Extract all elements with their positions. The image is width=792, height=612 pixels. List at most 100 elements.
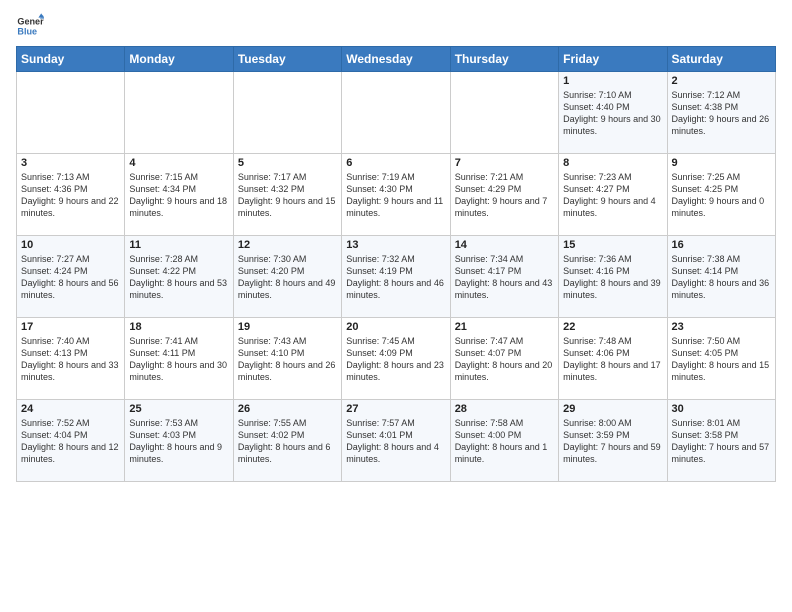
calendar-cell [125,72,233,154]
day-number: 12 [238,239,337,251]
day-number: 11 [129,239,228,251]
day-info: Sunrise: 7:50 AM Sunset: 4:05 PM Dayligh… [672,335,771,384]
calendar-cell: 9 Sunrise: 7:25 AM Sunset: 4:25 PM Daylig… [667,154,775,236]
day-info: Sunrise: 7:15 AM Sunset: 4:34 PM Dayligh… [129,171,228,220]
day-info: Sunrise: 7:43 AM Sunset: 4:10 PM Dayligh… [238,335,337,384]
calendar-week-1: 1 Sunrise: 7:10 AM Sunset: 4:40 PM Daylig… [17,72,776,154]
day-info: Sunrise: 7:53 AM Sunset: 4:03 PM Dayligh… [129,417,228,466]
calendar-cell: 27 Sunrise: 7:57 AM Sunset: 4:01 PM Dayli… [342,400,450,482]
day-info: Sunrise: 7:21 AM Sunset: 4:29 PM Dayligh… [455,171,554,220]
calendar-cell: 1 Sunrise: 7:10 AM Sunset: 4:40 PM Daylig… [559,72,667,154]
day-number: 26 [238,403,337,415]
day-number: 16 [672,239,771,251]
calendar-week-2: 3 Sunrise: 7:13 AM Sunset: 4:36 PM Daylig… [17,154,776,236]
day-number: 4 [129,157,228,169]
calendar-cell: 11 Sunrise: 7:28 AM Sunset: 4:22 PM Dayli… [125,236,233,318]
calendar-cell: 7 Sunrise: 7:21 AM Sunset: 4:29 PM Daylig… [450,154,558,236]
day-info: Sunrise: 7:12 AM Sunset: 4:38 PM Dayligh… [672,89,771,138]
calendar-week-4: 17 Sunrise: 7:40 AM Sunset: 4:13 PM Dayli… [17,318,776,400]
day-info: Sunrise: 7:52 AM Sunset: 4:04 PM Dayligh… [21,417,120,466]
day-number: 9 [672,157,771,169]
day-info: Sunrise: 7:55 AM Sunset: 4:02 PM Dayligh… [238,417,337,466]
calendar-week-5: 24 Sunrise: 7:52 AM Sunset: 4:04 PM Dayli… [17,400,776,482]
day-number: 20 [346,321,445,333]
calendar-cell: 24 Sunrise: 7:52 AM Sunset: 4:04 PM Dayli… [17,400,125,482]
calendar-cell: 10 Sunrise: 7:27 AM Sunset: 4:24 PM Dayli… [17,236,125,318]
calendar-cell: 13 Sunrise: 7:32 AM Sunset: 4:19 PM Dayli… [342,236,450,318]
calendar-cell: 16 Sunrise: 7:38 AM Sunset: 4:14 PM Dayli… [667,236,775,318]
col-header-sunday: Sunday [17,47,125,72]
calendar-cell: 12 Sunrise: 7:30 AM Sunset: 4:20 PM Dayli… [233,236,341,318]
day-info: Sunrise: 7:25 AM Sunset: 4:25 PM Dayligh… [672,171,771,220]
day-info: Sunrise: 7:47 AM Sunset: 4:07 PM Dayligh… [455,335,554,384]
calendar-cell: 28 Sunrise: 7:58 AM Sunset: 4:00 PM Dayli… [450,400,558,482]
day-number: 27 [346,403,445,415]
day-info: Sunrise: 7:45 AM Sunset: 4:09 PM Dayligh… [346,335,445,384]
col-header-wednesday: Wednesday [342,47,450,72]
day-info: Sunrise: 7:13 AM Sunset: 4:36 PM Dayligh… [21,171,120,220]
day-number: 1 [563,75,662,87]
day-info: Sunrise: 7:41 AM Sunset: 4:11 PM Dayligh… [129,335,228,384]
calendar-cell: 25 Sunrise: 7:53 AM Sunset: 4:03 PM Dayli… [125,400,233,482]
calendar-cell: 4 Sunrise: 7:15 AM Sunset: 4:34 PM Daylig… [125,154,233,236]
day-info: Sunrise: 7:10 AM Sunset: 4:40 PM Dayligh… [563,89,662,138]
calendar-cell: 17 Sunrise: 7:40 AM Sunset: 4:13 PM Dayli… [17,318,125,400]
calendar-cell: 8 Sunrise: 7:23 AM Sunset: 4:27 PM Daylig… [559,154,667,236]
calendar-cell [342,72,450,154]
day-number: 3 [21,157,120,169]
calendar-cell: 18Sunrise: 7:41 AM Sunset: 4:11 PM Dayli… [125,318,233,400]
day-info: Sunrise: 7:23 AM Sunset: 4:27 PM Dayligh… [563,171,662,220]
day-number: 8 [563,157,662,169]
calendar-cell [450,72,558,154]
day-info: Sunrise: 7:58 AM Sunset: 4:00 PM Dayligh… [455,417,554,466]
calendar-cell: 22 Sunrise: 7:48 AM Sunset: 4:06 PM Dayli… [559,318,667,400]
calendar-table: SundayMondayTuesdayWednesdayThursdayFrid… [16,46,776,482]
col-header-monday: Monday [125,47,233,72]
day-number: 22 [563,321,662,333]
day-info: Sunrise: 7:57 AM Sunset: 4:01 PM Dayligh… [346,417,445,466]
day-number: 25 [129,403,228,415]
day-info: Sunrise: 7:48 AM Sunset: 4:06 PM Dayligh… [563,335,662,384]
day-info: Sunrise: 7:40 AM Sunset: 4:13 PM Dayligh… [21,335,120,384]
col-header-saturday: Saturday [667,47,775,72]
day-number: 29 [563,403,662,415]
day-number: 7 [455,157,554,169]
day-info: Sunrise: 7:32 AM Sunset: 4:19 PM Dayligh… [346,253,445,302]
calendar-cell: 5 Sunrise: 7:17 AM Sunset: 4:32 PM Daylig… [233,154,341,236]
day-info: Sunrise: 7:28 AM Sunset: 4:22 PM Dayligh… [129,253,228,302]
calendar-cell: 29Sunrise: 8:00 AM Sunset: 3:59 PM Dayli… [559,400,667,482]
day-number: 30 [672,403,771,415]
day-number: 5 [238,157,337,169]
day-number: 17 [21,321,120,333]
calendar-cell: 19Sunrise: 7:43 AM Sunset: 4:10 PM Dayli… [233,318,341,400]
calendar-cell: 14Sunrise: 7:34 AM Sunset: 4:17 PM Dayli… [450,236,558,318]
day-number: 23 [672,321,771,333]
day-number: 21 [455,321,554,333]
calendar-week-3: 10 Sunrise: 7:27 AM Sunset: 4:24 PM Dayli… [17,236,776,318]
day-info: Sunrise: 7:27 AM Sunset: 4:24 PM Dayligh… [21,253,120,302]
calendar-cell: 26 Sunrise: 7:55 AM Sunset: 4:02 PM Dayli… [233,400,341,482]
day-number: 13 [346,239,445,251]
day-number: 28 [455,403,554,415]
calendar-cell: 30 Sunrise: 8:01 AM Sunset: 3:58 PM Dayli… [667,400,775,482]
calendar-cell: 15Sunrise: 7:36 AM Sunset: 4:16 PM Dayli… [559,236,667,318]
day-info: Sunrise: 7:17 AM Sunset: 4:32 PM Dayligh… [238,171,337,220]
calendar-cell: 2 Sunrise: 7:12 AM Sunset: 4:38 PM Daylig… [667,72,775,154]
day-info: Sunrise: 7:36 AM Sunset: 4:16 PM Dayligh… [563,253,662,302]
day-number: 24 [21,403,120,415]
day-number: 10 [21,239,120,251]
day-info: Sunrise: 7:38 AM Sunset: 4:14 PM Dayligh… [672,253,771,302]
col-header-thursday: Thursday [450,47,558,72]
calendar-cell: 21 Sunrise: 7:47 AM Sunset: 4:07 PM Dayli… [450,318,558,400]
day-number: 2 [672,75,771,87]
calendar-cell: 3 Sunrise: 7:13 AM Sunset: 4:36 PM Daylig… [17,154,125,236]
day-info: Sunrise: 8:01 AM Sunset: 3:58 PM Dayligh… [672,417,771,466]
calendar-cell [17,72,125,154]
logo: General Blue [16,12,48,40]
calendar-cell: 23 Sunrise: 7:50 AM Sunset: 4:05 PM Dayli… [667,318,775,400]
day-info: Sunrise: 7:34 AM Sunset: 4:17 PM Dayligh… [455,253,554,302]
main-container: General Blue SundayMondayTuesdayWednesda… [0,0,792,490]
col-header-tuesday: Tuesday [233,47,341,72]
day-info: Sunrise: 7:30 AM Sunset: 4:20 PM Dayligh… [238,253,337,302]
calendar-header-row: SundayMondayTuesdayWednesdayThursdayFrid… [17,47,776,72]
